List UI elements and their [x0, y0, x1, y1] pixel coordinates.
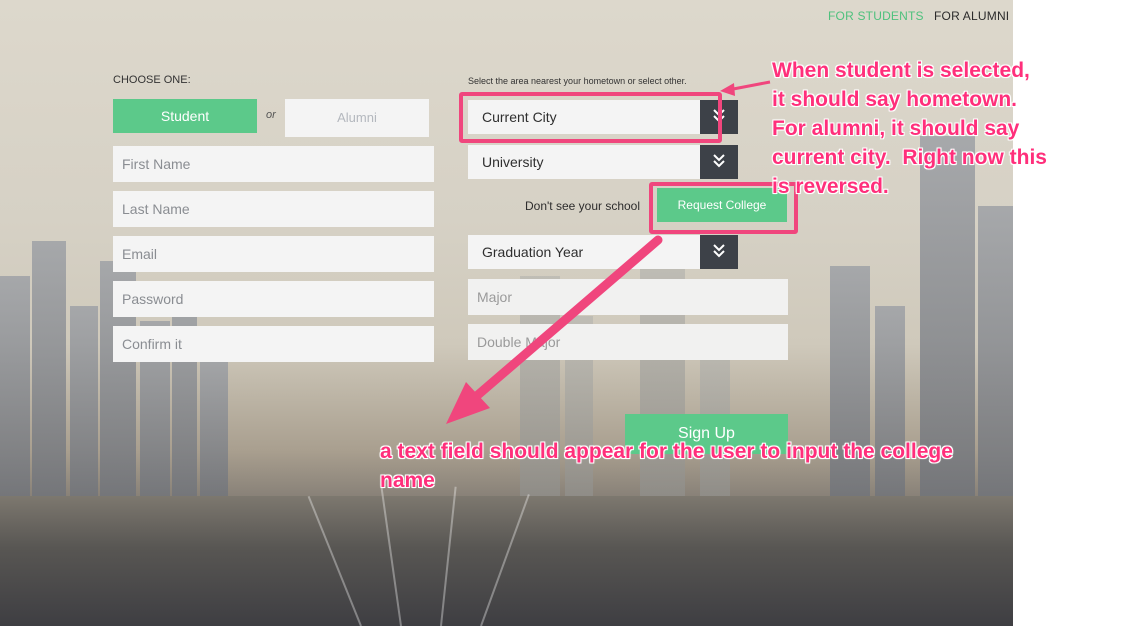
annotation-note-text-field: a text field should appear for the user …	[380, 440, 953, 492]
annotation-note-city-label: When student is selected, it should say …	[772, 59, 1047, 198]
